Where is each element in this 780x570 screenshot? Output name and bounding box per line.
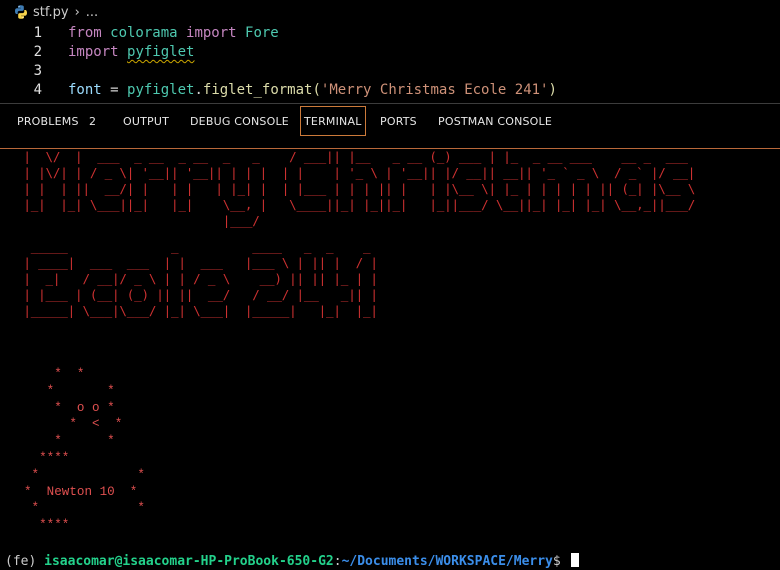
ascii-art-figure: * * * * * o o * * < * * * **** * * * New…: [24, 367, 145, 533]
problems-count-badge: 2: [89, 115, 96, 128]
prompt-path: ~/Documents/WORKSPACE/Merry: [341, 554, 553, 569]
prompt-env: (fe): [5, 554, 45, 569]
function-token: figlet_format: [202, 82, 313, 98]
panel-tab-bar: PROBLEMS 2 OUTPUT DEBUG CONSOLE TERMINAL…: [0, 103, 780, 140]
line-number: 4: [33, 82, 42, 98]
paren-token: (: [312, 82, 321, 98]
tab-problems[interactable]: PROBLEMS: [17, 115, 79, 128]
prompt-colon: :: [333, 554, 342, 569]
code-line: 3: [0, 62, 780, 81]
breadcrumb-file[interactable]: stf.py: [33, 5, 69, 20]
breadcrumb-ellipsis[interactable]: ...: [86, 5, 98, 20]
python-icon: [15, 5, 27, 19]
breadcrumb: stf.py › ...: [0, 0, 780, 24]
tab-ports[interactable]: PORTS: [380, 115, 417, 128]
module-token: colorama: [101, 25, 187, 41]
terminal-output[interactable]: | \/ | ___ _ __ _ __ _ _ / ___|| |__ _ _…: [0, 149, 780, 570]
variable-token: font: [68, 82, 102, 98]
line-number: 1: [33, 25, 42, 41]
terminal-cursor: [570, 553, 579, 567]
module-token: pyfiglet: [127, 82, 195, 98]
chevron-right-icon: ›: [74, 4, 80, 20]
tab-debug-console[interactable]: DEBUG CONSOLE: [190, 115, 289, 128]
keyword-token: from: [68, 25, 102, 41]
figlet-banner-line-1: | \/ | ___ _ __ _ __ _ _ / ___|| |__ _ _…: [23, 149, 696, 228]
operator-token: =: [101, 82, 128, 98]
keyword-token: import: [186, 25, 237, 41]
line-number: 3: [33, 63, 42, 79]
tab-terminal[interactable]: TERMINAL: [300, 106, 366, 136]
dot-token: .: [194, 82, 203, 98]
code-line: 4 font = pyfiglet. figlet_format('Merry C…: [0, 81, 780, 100]
shell-prompt[interactable]: (fe) isaacomar@isaacomar-HP-ProBook-650-…: [5, 553, 579, 570]
keyword-token: import: [68, 44, 119, 60]
code-editor[interactable]: 1 from colorama import Fore 2 import pyf…: [0, 24, 780, 104]
code-line: 2 import pyfiglet: [0, 43, 780, 62]
figlet-banner-line-2: _____ _ ____ _ _ _ | ____| ___ ___ | | _…: [23, 239, 378, 318]
tab-postman-console[interactable]: POSTMAN CONSOLE: [438, 115, 552, 128]
module-token: Fore: [236, 25, 279, 41]
prompt-dollar: $: [552, 554, 569, 569]
code-line: 1 from colorama import Fore: [0, 24, 780, 43]
line-number: 2: [33, 44, 42, 60]
tab-output[interactable]: OUTPUT: [123, 115, 169, 128]
paren-token: ): [548, 82, 557, 98]
module-token-warning: pyfiglet: [127, 44, 195, 60]
string-token: 'Merry Christmas Ecole 241': [320, 82, 549, 98]
prompt-user-host: isaacomar@isaacomar-HP-ProBook-650-G2: [44, 554, 334, 569]
